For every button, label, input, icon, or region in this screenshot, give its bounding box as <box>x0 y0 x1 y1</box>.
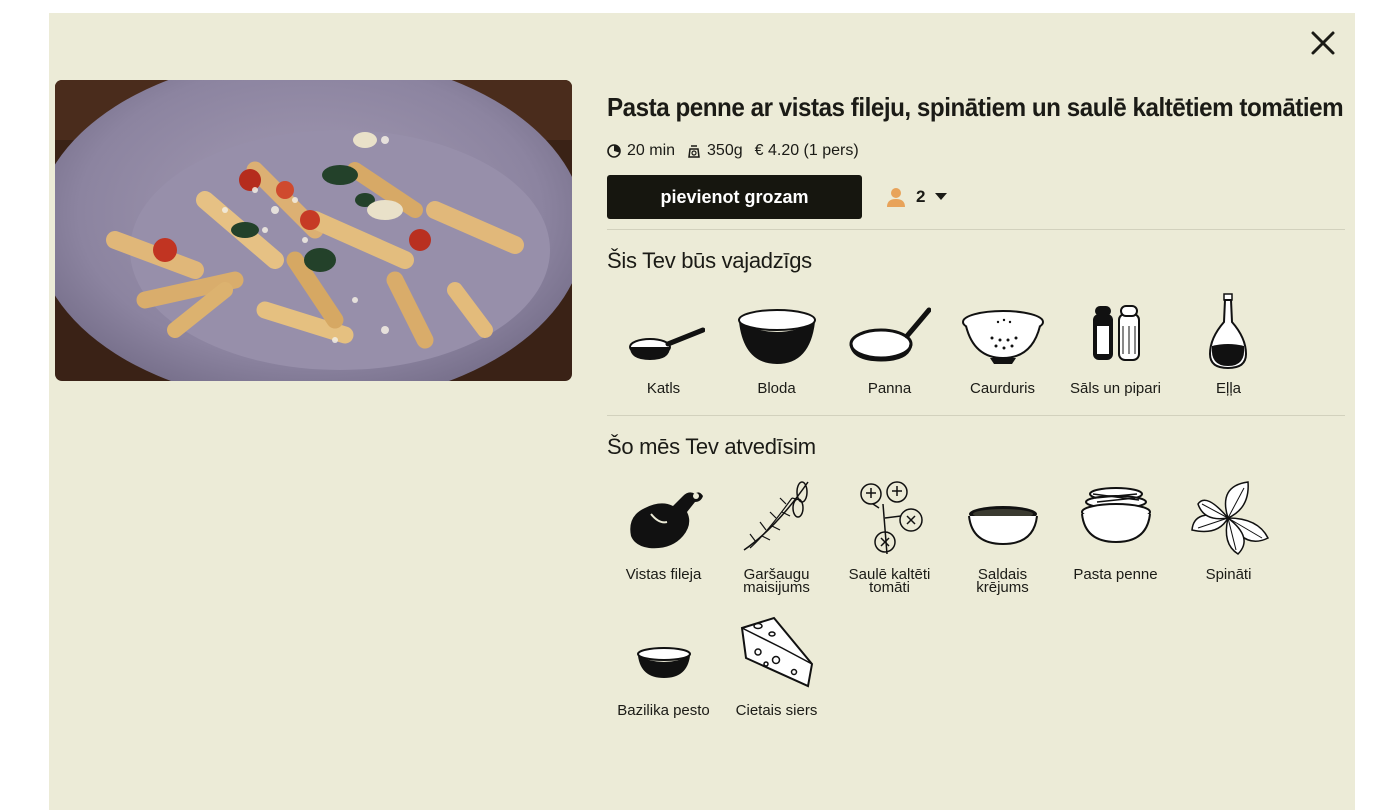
price-value: € 4.20 (1 pers) <box>754 142 859 159</box>
ingredient-label: Bazilika pesto <box>617 702 710 719</box>
ingredient-item: Pasta penne <box>1059 476 1172 594</box>
portion-weight: 350g <box>687 142 743 160</box>
divider <box>607 415 1345 416</box>
frying-pan-icon <box>845 290 935 374</box>
add-to-cart-button[interactable]: pievienot grozam <box>607 175 862 219</box>
saucepan-icon <box>619 290 709 374</box>
ingredient-label: Garšaugu maisijums <box>743 566 810 596</box>
clock-icon <box>607 144 621 158</box>
ingredient-item: Spināti <box>1172 476 1285 594</box>
tool-label: Bloda <box>757 380 796 397</box>
pasta-bowl-icon <box>1071 476 1161 560</box>
ingredient-item: Bazilika pesto <box>607 612 720 730</box>
cream-bowl-icon <box>958 476 1048 560</box>
colander-icon <box>958 290 1048 374</box>
recipe-modal: Pasta penne ar vistas fileju, spinātiem … <box>49 13 1355 810</box>
tools-heading: Šis Tev būs vajadzīgs <box>607 248 812 273</box>
ingredients-list: Vistas fileja Garšaugu maisijums Saulē k… <box>607 476 1345 730</box>
ingredient-item: Cietais siers <box>720 612 833 730</box>
ingredient-label: Pasta penne <box>1073 566 1158 583</box>
ingredient-label: Saulē kaltēti tomāti <box>848 566 931 596</box>
ingredient-item: Saldais krējums <box>946 476 1059 596</box>
herbs-icon <box>732 476 822 560</box>
cheese-icon <box>732 612 822 696</box>
portion-selector[interactable]: 2 <box>886 187 948 207</box>
portion-count: 2 <box>916 187 926 206</box>
recipe-actions: pievienot grozam 2 <box>607 175 1345 219</box>
ingredient-label: Vistas fileja <box>625 566 702 583</box>
tool-label: Eļļa <box>1215 380 1241 397</box>
ingredients-heading: Šo mēs Tev atvedīsim <box>607 434 816 459</box>
tools-list: Katls Bloda Panna Caurduris Sāls un pipa… <box>607 290 1345 400</box>
ingredient-label: Saldais krējums <box>976 566 1029 596</box>
tool-item: Eļļa <box>1172 290 1285 400</box>
recipe-meta: 20 min 350g € 4.20 (1 pers) <box>607 141 1345 161</box>
time-value: 20 min <box>627 142 676 159</box>
person-icon <box>887 188 905 207</box>
salt-pepper-icon <box>1071 290 1161 374</box>
weight-icon <box>688 145 700 158</box>
divider <box>607 229 1345 230</box>
weight-value: 350g <box>707 142 743 159</box>
tool-item: Bloda <box>720 290 833 400</box>
ingredient-item: Garšaugu maisijums <box>720 476 833 596</box>
tool-label: Panna <box>867 380 912 397</box>
tool-item: Caurduris <box>946 290 1059 400</box>
tool-label: Sāls un pipari <box>1070 380 1161 397</box>
recipe-title: Pasta penne ar vistas fileju, spinātiem … <box>607 92 1344 122</box>
tomatoes-icon <box>845 476 935 560</box>
tool-item: Sāls un pipari <box>1059 290 1172 400</box>
prep-time: 20 min <box>607 142 675 160</box>
caret-down-icon <box>935 193 948 200</box>
spinach-icon <box>1184 476 1274 560</box>
tool-label: Katls <box>646 380 681 397</box>
recipe-details: Pasta penne ar vistas fileju, spinātiem … <box>607 87 1345 730</box>
dish-photo <box>55 80 572 381</box>
ingredient-label: Cietais siers <box>735 702 818 719</box>
bowl-icon <box>732 290 822 374</box>
close-icon[interactable] <box>1309 29 1337 57</box>
oil-bottle-icon <box>1184 290 1274 374</box>
tool-item: Panna <box>833 290 946 400</box>
tool-item: Katls <box>607 290 720 400</box>
ingredient-label: Spināti <box>1205 566 1252 583</box>
pesto-bowl-icon <box>619 612 709 696</box>
price: € 4.20 (1 pers) <box>755 142 859 160</box>
ingredient-item: Vistas fileja <box>607 476 720 594</box>
tool-label: Caurduris <box>969 380 1036 397</box>
ingredient-item: Saulē kaltēti tomāti <box>833 476 946 596</box>
chicken-icon <box>619 476 709 560</box>
